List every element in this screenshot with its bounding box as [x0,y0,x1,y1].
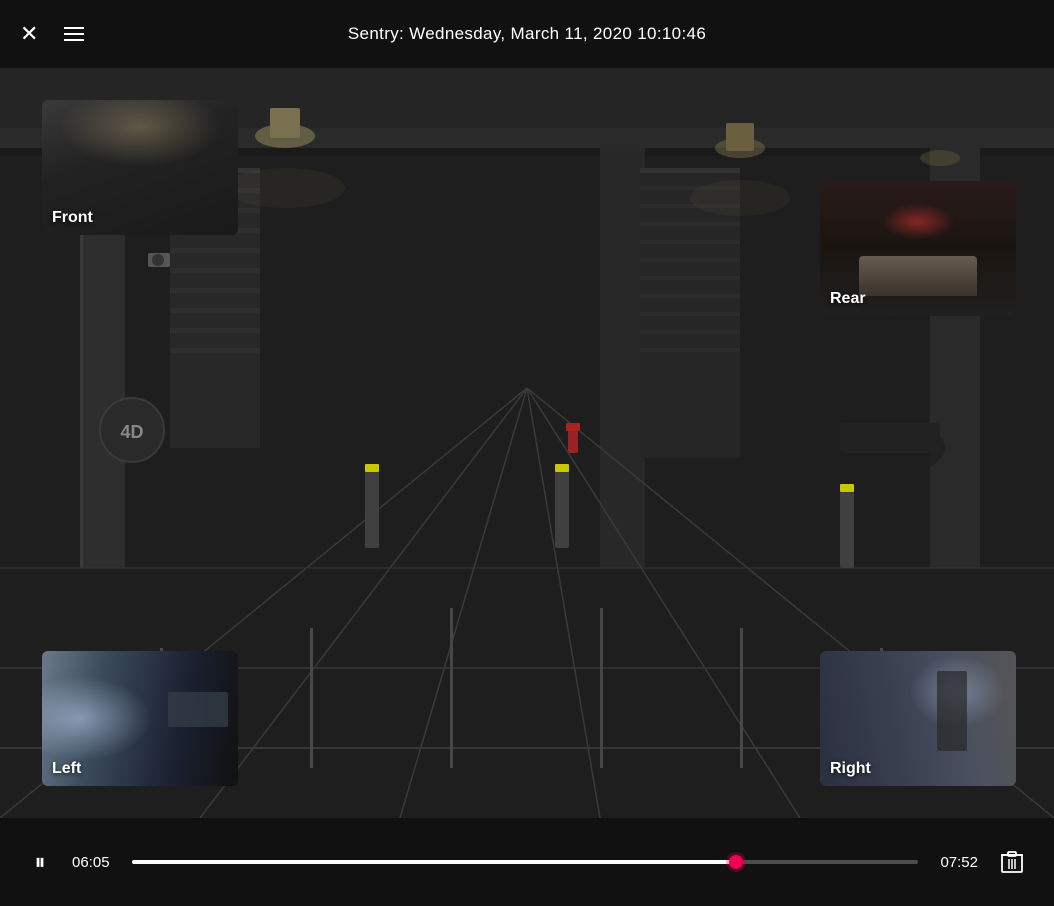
progress-bar[interactable] [132,860,918,864]
current-time: 06:05 [72,854,116,871]
front-camera-label: Front [52,209,93,227]
play-pause-button[interactable] [24,846,56,878]
delete-button[interactable] [994,844,1030,880]
svg-text:4D: 4D [120,422,143,442]
front-camera-thumbnail[interactable]: Front [42,100,238,235]
video-title: Sentry: Wednesday, March 11, 2020 10:10:… [348,24,706,44]
right-camera-label: Right [830,760,871,778]
rear-camera-thumbnail[interactable]: Rear [820,181,1016,316]
main-video-area: 4D Front Rear Left [0,68,1054,818]
trash-icon [1001,850,1023,874]
playback-controls: 06:05 07:52 [0,818,1054,906]
right-camera-thumbnail[interactable]: Right [820,651,1016,786]
progress-thumb [729,855,743,869]
close-button[interactable]: ✕ [20,23,38,45]
left-camera-label: Left [52,760,81,778]
left-camera-thumbnail[interactable]: Left [42,651,238,786]
menu-button[interactable] [64,27,84,41]
rear-camera-label: Rear [830,290,866,308]
topbar: ✕ Sentry: Wednesday, March 11, 2020 10:1… [0,0,1054,68]
progress-fill [132,860,737,864]
total-time: 07:52 [934,854,978,871]
